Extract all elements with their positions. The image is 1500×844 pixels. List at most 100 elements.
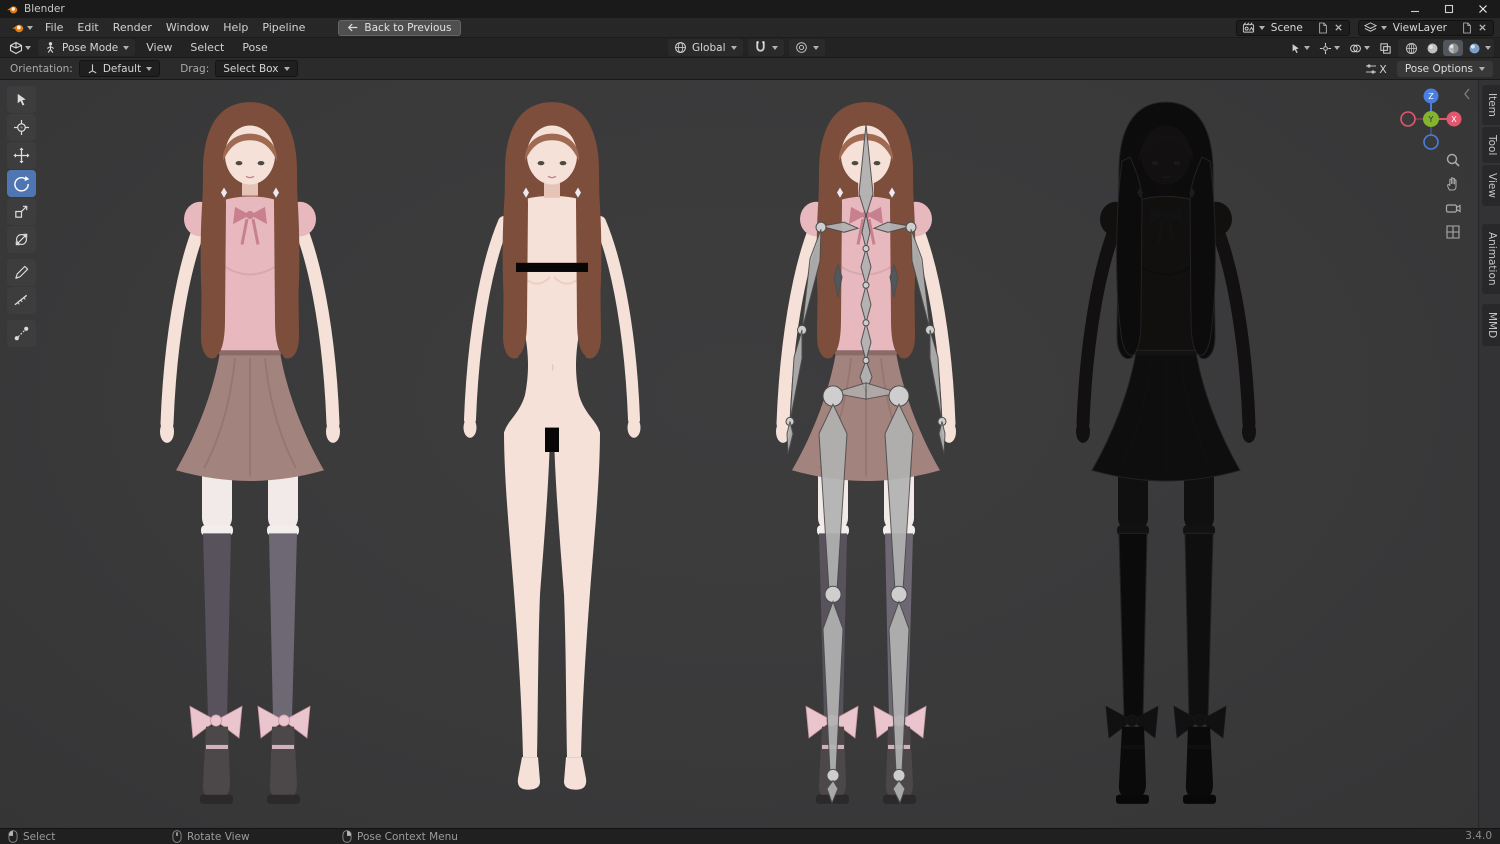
back-to-previous-button[interactable]: Back to Previous xyxy=(338,19,461,36)
filter-button[interactable]: X xyxy=(1362,62,1390,77)
editor-3d-viewport-icon xyxy=(9,41,23,54)
transform-orientation-selector[interactable]: Global xyxy=(668,39,743,56)
gizmos-button[interactable] xyxy=(1316,41,1343,56)
object-visibility-button[interactable] xyxy=(1286,41,1313,56)
shading-wireframe-button[interactable] xyxy=(1401,40,1421,56)
x-icon xyxy=(1479,24,1486,31)
mode-label: Pose Mode xyxy=(62,41,119,54)
orientation-dropdown[interactable]: Default xyxy=(78,60,161,77)
menu-pose[interactable]: Pose xyxy=(235,39,274,56)
tool-transform[interactable] xyxy=(7,226,36,253)
blender-version: 3.4.0 xyxy=(1465,830,1492,842)
shading-solid-button[interactable] xyxy=(1422,40,1442,56)
tab-view[interactable]: View xyxy=(1482,165,1500,207)
sidebar-collapse-icon[interactable] xyxy=(1463,88,1471,100)
blender-app-menu-button[interactable] xyxy=(6,20,38,35)
chevron-down-icon xyxy=(283,66,290,71)
scale-icon xyxy=(15,205,28,218)
material-sphere-icon xyxy=(1447,42,1459,54)
ortho-grid-icon[interactable] xyxy=(1445,224,1461,240)
menu-edit[interactable]: Edit xyxy=(70,19,105,36)
model-base-body[interactable] xyxy=(452,96,652,808)
tab-item[interactable]: Item xyxy=(1482,85,1500,125)
orientation-label: Global xyxy=(692,41,726,54)
sidebar-tabstrip: Item Tool View Animation MMD xyxy=(1478,80,1500,828)
model-clothed[interactable] xyxy=(150,96,350,808)
chevron-down-icon xyxy=(812,45,819,50)
tool-select-box[interactable] xyxy=(7,86,36,113)
tab-tool[interactable]: Tool xyxy=(1482,126,1500,164)
magnet-icon xyxy=(755,41,765,52)
tool-measure[interactable] xyxy=(7,287,36,314)
menu-window[interactable]: Window xyxy=(159,19,216,36)
viewlayer-selector[interactable]: ViewLayer xyxy=(1357,19,1494,36)
tool-scale[interactable] xyxy=(7,198,36,225)
xray-icon xyxy=(1380,42,1391,54)
viewlayer-icon xyxy=(1363,22,1377,32)
menu-view[interactable]: View xyxy=(139,39,179,56)
overlays-button[interactable] xyxy=(1346,41,1373,56)
drag-dropdown[interactable]: Select Box xyxy=(215,60,298,77)
pose-options-button[interactable]: Pose Options xyxy=(1395,60,1494,78)
minimize-button[interactable] xyxy=(1398,0,1432,18)
chevron-down-icon xyxy=(25,45,31,50)
axes-icon xyxy=(88,64,97,74)
unlink-scene-button[interactable] xyxy=(1333,23,1344,32)
shading-mode-group xyxy=(1398,39,1494,57)
maximize-button[interactable] xyxy=(1432,0,1466,18)
3d-viewport[interactable]: Z X Y xyxy=(0,80,1478,828)
editor-type-button[interactable] xyxy=(6,40,34,56)
chevron-down-icon xyxy=(123,45,130,50)
shading-rendered-button[interactable] xyxy=(1464,40,1484,56)
blender-logo-icon xyxy=(12,24,24,33)
rotate-icon xyxy=(14,176,30,192)
tab-mmd[interactable]: MMD xyxy=(1482,303,1500,346)
scene-selector[interactable]: Scene xyxy=(1235,19,1350,36)
zoom-icon[interactable] xyxy=(1445,152,1461,168)
toolbar xyxy=(7,86,36,348)
chevron-down-icon xyxy=(1334,46,1340,50)
new-file-icon xyxy=(1463,22,1471,33)
shading-material-button[interactable] xyxy=(1443,40,1463,56)
menu-help[interactable]: Help xyxy=(216,19,255,36)
tool-move[interactable] xyxy=(7,142,36,169)
pose-options-label: Pose Options xyxy=(1404,63,1473,75)
clear-filter-label: X xyxy=(1379,62,1387,76)
snap-toggle[interactable] xyxy=(747,39,784,56)
menu-select[interactable]: Select xyxy=(183,39,231,56)
tool-cursor[interactable] xyxy=(7,114,36,141)
measure-icon xyxy=(14,294,28,306)
camera-view-icon[interactable] xyxy=(1445,200,1461,216)
new-viewlayer-button[interactable] xyxy=(1461,22,1473,34)
new-scene-button[interactable] xyxy=(1317,22,1329,34)
viewport-nav-controls xyxy=(1445,152,1461,240)
menu-pipeline[interactable]: Pipeline xyxy=(255,19,312,36)
drag-label: Drag: xyxy=(180,62,210,75)
chevron-down-icon xyxy=(1485,46,1491,50)
xray-toggle[interactable] xyxy=(1376,41,1395,56)
chevron-down-icon xyxy=(771,45,778,50)
model-armature-pose[interactable] xyxy=(766,96,966,808)
menu-render[interactable]: Render xyxy=(106,19,159,36)
drag-value: Select Box xyxy=(223,62,279,75)
gizmo-y-label: Y xyxy=(1428,115,1434,124)
remove-viewlayer-button[interactable] xyxy=(1477,23,1488,32)
model-wireframe[interactable] xyxy=(1066,96,1266,808)
proportional-edit-toggle[interactable] xyxy=(788,39,825,56)
tool-rotate[interactable] xyxy=(7,170,36,197)
close-button[interactable] xyxy=(1466,0,1500,18)
tool-pose-breakdowner[interactable] xyxy=(7,320,36,347)
mode-selector[interactable]: Pose Mode xyxy=(38,39,136,56)
tool-annotate[interactable] xyxy=(7,259,36,286)
gizmo-x-label: X xyxy=(1451,115,1457,124)
tab-animation[interactable]: Animation xyxy=(1482,224,1500,294)
chevron-down-icon xyxy=(1258,25,1265,30)
pan-hand-icon[interactable] xyxy=(1445,176,1461,192)
viewlayer-name: ViewLayer xyxy=(1392,21,1447,34)
view-navigation-gizmo[interactable]: Z X Y xyxy=(1399,87,1463,151)
hint-rotate-view: Rotate View xyxy=(172,830,250,843)
rendered-sphere-icon xyxy=(1468,42,1480,54)
hint-pose-context-menu: Pose Context Menu xyxy=(342,830,458,843)
chevron-down-icon xyxy=(1380,25,1387,30)
menu-file[interactable]: File xyxy=(38,19,70,36)
